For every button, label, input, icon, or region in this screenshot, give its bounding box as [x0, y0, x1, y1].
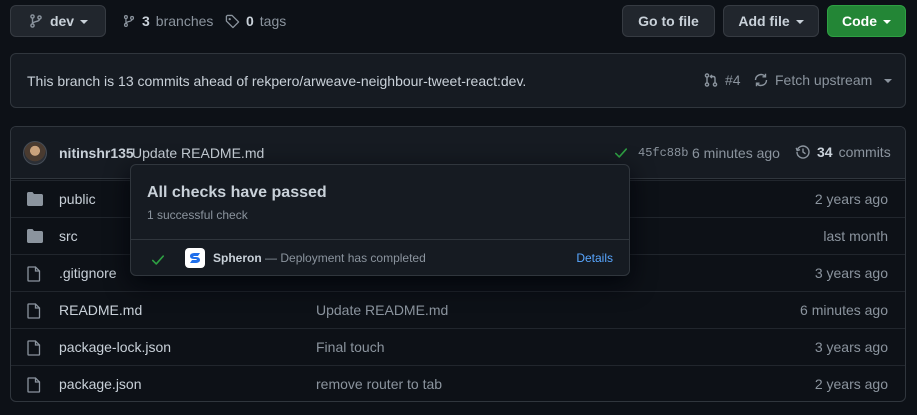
- tags-count: 0: [246, 13, 254, 29]
- folder-icon: [27, 229, 43, 243]
- commit-message[interactable]: Update README.md: [132, 145, 264, 161]
- fetch-upstream-button[interactable]: Fetch upstream: [753, 72, 893, 88]
- commit-author[interactable]: nitinshr135: [59, 145, 134, 161]
- file-commit-message[interactable]: remove router to tab: [316, 376, 442, 392]
- branches-link[interactable]: 3 branches: [122, 11, 213, 31]
- go-to-file-label: Go to file: [638, 13, 699, 29]
- branches-label: branches: [155, 13, 214, 29]
- avatar[interactable]: [23, 141, 47, 165]
- chevron-down-icon: [884, 79, 893, 83]
- file-name[interactable]: .gitignore: [59, 265, 117, 281]
- file-name[interactable]: package.json: [59, 376, 142, 392]
- code-button[interactable]: Code: [827, 5, 906, 37]
- tag-icon: [225, 14, 240, 29]
- chevron-down-icon: [883, 20, 891, 24]
- spheron-logo-icon: [185, 248, 205, 268]
- commit-sha[interactable]: 45fc88b: [638, 146, 688, 160]
- file-icon: [27, 340, 41, 356]
- file-commit-message[interactable]: Final touch: [316, 339, 384, 355]
- file-name[interactable]: package-lock.json: [59, 339, 171, 355]
- file-age: 2 years ago: [814, 191, 888, 207]
- check-run-line: Spheron — Deployment has completed: [213, 251, 426, 265]
- branch-name: dev: [49, 13, 75, 29]
- file-age: 3 years ago: [814, 265, 888, 281]
- branch-status-box: This branch is 13 commits ahead of rekpe…: [10, 53, 906, 108]
- commits-label: commits: [838, 144, 891, 160]
- check-status: — Deployment has completed: [265, 251, 426, 265]
- history-icon: [795, 144, 811, 160]
- file-name[interactable]: src: [59, 228, 78, 244]
- pull-request-link[interactable]: #4: [703, 72, 741, 88]
- check-icon: [151, 253, 165, 267]
- file-icon: [27, 303, 41, 319]
- table-row[interactable]: README.md Update README.md 6 minutes ago: [11, 291, 905, 328]
- folder-icon: [27, 192, 43, 206]
- pull-request-number: #4: [725, 72, 741, 88]
- add-file-button[interactable]: Add file: [723, 5, 819, 37]
- git-pull-request-icon: [703, 72, 719, 88]
- branches-count: 3: [142, 13, 150, 29]
- file-age: 3 years ago: [814, 339, 888, 355]
- fetch-upstream-label: Fetch upstream: [775, 72, 873, 88]
- file-commit-message[interactable]: Update README.md: [316, 302, 448, 318]
- file-icon: [27, 266, 41, 282]
- commits-count: 34: [817, 144, 833, 160]
- checks-title: All checks have passed: [147, 184, 327, 201]
- divider: [131, 239, 629, 240]
- file-age: 2 years ago: [814, 376, 888, 392]
- checks-subtitle: 1 successful check: [147, 208, 248, 222]
- check-name: Spheron: [213, 251, 262, 265]
- tags-label: tags: [259, 13, 287, 29]
- commits-history-link[interactable]: 34 commits: [795, 144, 891, 160]
- file-name[interactable]: public: [59, 191, 96, 207]
- sync-icon: [753, 72, 769, 88]
- add-file-label: Add file: [738, 13, 790, 29]
- table-row[interactable]: package-lock.json Final touch 3 years ag…: [11, 328, 905, 365]
- chevron-down-icon: [80, 20, 89, 24]
- check-icon[interactable]: [614, 146, 628, 160]
- commit-time: 6 minutes ago: [692, 145, 780, 161]
- git-branch-icon: [122, 14, 136, 28]
- file-age: 6 minutes ago: [800, 302, 888, 318]
- go-to-file-button[interactable]: Go to file: [622, 5, 715, 37]
- file-icon: [27, 377, 41, 393]
- tags-link[interactable]: 0 tags: [225, 11, 286, 31]
- branch-select-button[interactable]: dev: [10, 5, 106, 37]
- checks-popover: All checks have passed 1 successful chec…: [130, 164, 630, 276]
- code-label: Code: [842, 13, 877, 29]
- chevron-down-icon: [795, 20, 804, 24]
- file-name[interactable]: README.md: [59, 302, 142, 318]
- file-age: last month: [823, 228, 888, 244]
- branch-status-message: This branch is 13 commits ahead of rekpe…: [27, 73, 527, 89]
- table-row[interactable]: package.json remove router to tab 2 year…: [11, 365, 905, 401]
- details-link[interactable]: Details: [576, 251, 613, 265]
- git-branch-icon: [28, 13, 44, 29]
